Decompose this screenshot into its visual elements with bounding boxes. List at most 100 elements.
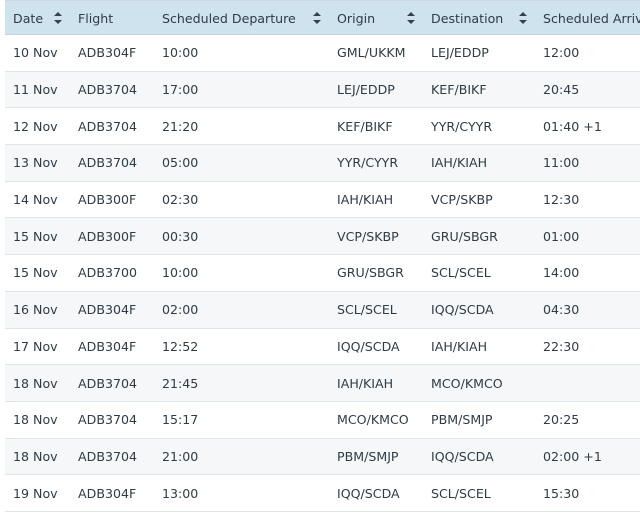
origin-column-header[interactable]: Origin — [329, 1, 423, 35]
scheduled-arrival-cell: 20:45 — [543, 82, 580, 98]
origin-cell: GRU/SBGR — [337, 265, 404, 281]
origin-cell: IQQ/SCDA — [337, 485, 400, 501]
origin-cell: KEF/BIKF — [337, 118, 393, 134]
destination-cell: PBM/SMJP — [431, 412, 493, 428]
flight-cell: ADB304F — [78, 338, 137, 354]
date-cell: 15 Nov — [13, 228, 58, 244]
table-row: 17 Nov ADB304F 12:52 IQQ/SCDA IAH/KIAH 2… — [5, 328, 640, 365]
date-cell: 19 Nov — [13, 485, 58, 501]
date-column-label: Date — [13, 10, 44, 26]
scheduled-departure-cell: 15:17 — [162, 412, 199, 428]
scheduled-arrival-cell: 04:30 — [543, 302, 580, 318]
origin-cell: IQQ/SCDA — [337, 338, 400, 354]
date-column-header[interactable]: Date — [5, 1, 70, 35]
table-header: Date Flight Scheduled Departure Origin D… — [5, 0, 640, 35]
scheduled-arrival-cell: 15:30 — [543, 485, 580, 501]
scheduled-departure-column-header[interactable]: Scheduled Departure — [154, 1, 329, 35]
destination-cell: IAH/KIAH — [431, 338, 488, 354]
flight-cell: ADB3704 — [78, 448, 138, 464]
scheduled-arrival-cell: 01:40 +1 — [543, 118, 602, 134]
table-row: 13 Nov ADB3704 05:00 YYR/CYYR IAH/KIAH 1… — [5, 144, 640, 182]
destination-cell: YYR/CYYR — [431, 118, 493, 134]
table-row: 10 Nov ADB304F 10:00 GML/UKKM LEJ/EDDP 1… — [5, 35, 640, 72]
table-row: 18 Nov ADB3704 21:00 PBM/SMJP IQQ/SCDA 0… — [5, 438, 640, 475]
scheduled-departure-cell: 17:00 — [162, 82, 199, 98]
destination-cell: IQQ/SCDA — [431, 302, 494, 318]
flight-schedule-table: Date Flight Scheduled Departure Origin D… — [5, 0, 640, 512]
scheduled-arrival-cell — [535, 365, 640, 402]
flight-cell: ADB300F — [78, 228, 137, 244]
destination-cell: IAH/KIAH — [431, 155, 488, 171]
scheduled-departure-cell: 12:52 — [162, 338, 199, 354]
date-cell: 15 Nov — [13, 265, 58, 281]
scheduled-arrival-column-label: Scheduled Arrival — [543, 10, 640, 26]
table-row: 15 Nov ADB3700 10:00 GRU/SBGR SCL/SCEL 1… — [5, 255, 640, 292]
origin-cell: YYR/CYYR — [337, 155, 399, 171]
date-cell: 18 Nov — [13, 375, 58, 391]
table-row: 18 Nov ADB3704 21:45 IAH/KIAH MCO/KMCO — [5, 364, 640, 402]
origin-column-label: Origin — [337, 10, 376, 26]
origin-cell: SCL/SCEL — [337, 302, 397, 318]
date-cell: 16 Nov — [13, 302, 58, 318]
scheduled-arrival-cell: 01:00 — [543, 228, 580, 244]
table-row: 15 Nov ADB300F 00:30 VCP/SKBP GRU/SBGR 0… — [5, 217, 640, 255]
scheduled-arrival-cell: 20:25 — [543, 412, 580, 428]
sort-icon[interactable] — [313, 11, 321, 24]
scheduled-departure-cell: 02:00 — [162, 302, 199, 318]
scheduled-arrival-cell: 22:30 — [543, 338, 580, 354]
scheduled-departure-cell: 13:00 — [162, 485, 199, 501]
date-cell: 13 Nov — [13, 155, 58, 171]
scheduled-departure-cell: 21:45 — [162, 375, 199, 391]
scheduled-departure-cell: 10:00 — [162, 45, 199, 61]
origin-cell: PBM/SMJP — [337, 448, 399, 464]
table-body: 10 Nov ADB304F 10:00 GML/UKKM LEJ/EDDP 1… — [5, 35, 640, 512]
sort-icon[interactable] — [54, 11, 62, 24]
flight-cell: ADB300F — [78, 192, 137, 208]
origin-cell: IAH/KIAH — [337, 375, 394, 391]
date-cell: 11 Nov — [13, 82, 58, 98]
scheduled-arrival-cell: 12:30 — [543, 192, 580, 208]
origin-cell: MCO/KMCO — [337, 412, 409, 428]
destination-cell: SCL/SCEL — [431, 265, 491, 281]
destination-cell: IQQ/SCDA — [431, 448, 494, 464]
table-row: 11 Nov ADB3704 17:00 LEJ/EDDP KEF/BIKF 2… — [5, 71, 640, 108]
origin-cell: VCP/SKBP — [337, 228, 399, 244]
date-cell: 10 Nov — [13, 45, 58, 61]
flight-cell: ADB304F — [78, 45, 137, 61]
scheduled-arrival-cell: 12:00 — [543, 45, 580, 61]
header-row: Date Flight Scheduled Departure Origin D… — [5, 0, 640, 35]
destination-cell: SCL/SCEL — [431, 485, 491, 501]
table-row: 12 Nov ADB3704 21:20 KEF/BIKF YYR/CYYR 0… — [5, 108, 640, 145]
scheduled-arrival-column-header[interactable]: Scheduled Arrival — [535, 1, 640, 35]
scheduled-arrival-cell: 02:00 +1 — [543, 448, 602, 464]
destination-cell: GRU/SBGR — [431, 228, 498, 244]
table-row: 16 Nov ADB304F 02:00 SCL/SCEL IQQ/SCDA 0… — [5, 291, 640, 328]
scheduled-departure-cell: 02:30 — [162, 192, 199, 208]
flight-column-label: Flight — [78, 10, 114, 26]
flight-cell: ADB3704 — [78, 82, 138, 98]
scheduled-departure-cell: 21:20 — [162, 118, 199, 134]
destination-cell: MCO/KMCO — [431, 375, 503, 391]
date-cell: 17 Nov — [13, 338, 58, 354]
destination-column-label: Destination — [431, 10, 504, 26]
destination-cell: VCP/SKBP — [431, 192, 493, 208]
scheduled-arrival-cell: 14:00 — [543, 265, 580, 281]
date-cell: 18 Nov — [13, 412, 58, 428]
table-row: 14 Nov ADB300F 02:30 IAH/KIAH VCP/SKBP 1… — [5, 181, 640, 218]
date-cell: 14 Nov — [13, 192, 58, 208]
date-cell: 18 Nov — [13, 448, 58, 464]
origin-cell: LEJ/EDDP — [337, 82, 395, 98]
flight-cell: ADB3704 — [78, 118, 138, 134]
date-cell: 12 Nov — [13, 118, 58, 134]
destination-column-header[interactable]: Destination — [423, 1, 535, 35]
flight-column-header[interactable]: Flight — [70, 1, 154, 35]
destination-cell: LEJ/EDDP — [431, 45, 489, 61]
destination-cell: KEF/BIKF — [431, 82, 487, 98]
flight-schedule-table-container: Date Flight Scheduled Departure Origin D… — [0, 0, 640, 514]
sort-icon[interactable] — [519, 11, 527, 24]
sort-icon[interactable] — [407, 11, 415, 24]
scheduled-departure-cell: 21:00 — [162, 448, 199, 464]
flight-cell: ADB304F — [78, 302, 137, 318]
flight-cell: ADB3704 — [78, 155, 138, 171]
table-row: 19 Nov ADB304F 13:00 IQQ/SCDA SCL/SCEL 1… — [5, 475, 640, 512]
